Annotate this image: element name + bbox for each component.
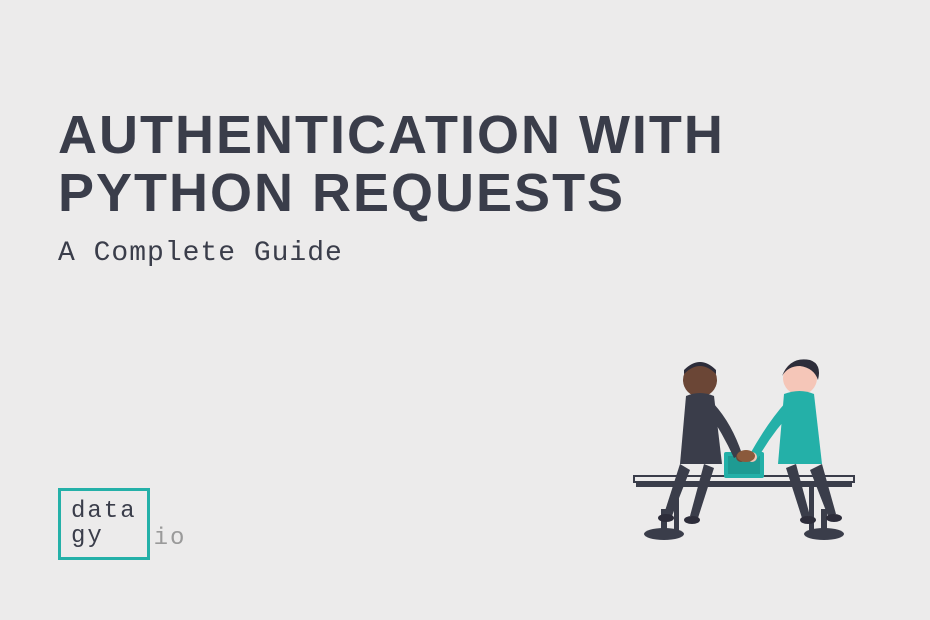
logo-box: data gy <box>58 488 150 560</box>
page-subtitle: A Complete Guide <box>58 238 343 269</box>
handshake-illustration <box>614 334 874 564</box>
logo-line-2: gy <box>71 524 137 549</box>
logo-line-1: data <box>71 499 137 524</box>
title-line-1: AUTHENTICATION WITH <box>58 105 725 165</box>
title-line-2: PYTHON REQUESTS <box>58 163 625 223</box>
page-title: AUTHENTICATION WITH PYTHON REQUESTS <box>58 106 725 223</box>
brand-logo: data gy io <box>58 488 186 560</box>
logo-suffix: io <box>154 525 187 560</box>
